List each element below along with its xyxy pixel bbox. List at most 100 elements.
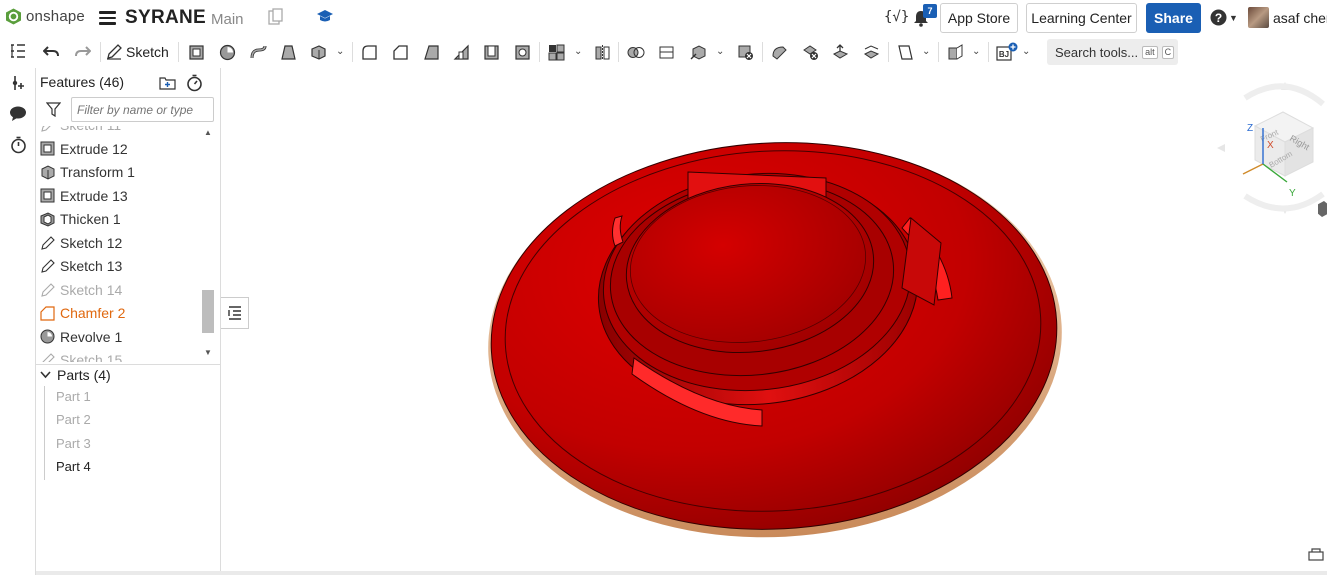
branch-label[interactable]: Main <box>211 11 244 28</box>
feature-item-label: Revolve 1 <box>60 328 123 345</box>
filter-icon[interactable] <box>45 102 62 122</box>
top-bar: onshape SYRANE Main {√} 7 App Store Lear… <box>0 0 1327 36</box>
part-item[interactable]: Part 4 <box>56 459 91 474</box>
fillet-icon[interactable] <box>359 42 379 62</box>
more-solid-tools-dropdown[interactable]: ⌄ <box>336 46 344 57</box>
view-tools-icon[interactable] <box>1308 548 1324 562</box>
modify-fillet-icon[interactable] <box>769 42 789 62</box>
sweep-icon[interactable] <box>248 42 268 62</box>
transform-dropdown[interactable]: ⌄ <box>716 46 724 57</box>
feature-item[interactable]: Revolve 1 <box>40 326 122 348</box>
draft-icon[interactable] <box>421 42 441 62</box>
feature-item[interactable]: Sketch 15 <box>40 349 122 362</box>
variables-icon[interactable]: {√} <box>884 9 909 25</box>
view-cube[interactable]: Front Right Bottom Z X Y <box>1215 76 1325 216</box>
pattern-dropdown[interactable]: ⌄ <box>574 46 582 57</box>
feature-item[interactable]: Sketch 13 <box>40 255 122 277</box>
hole-icon[interactable] <box>512 42 532 62</box>
feature-item-label: Transform 1 <box>60 164 135 180</box>
move-face-icon[interactable] <box>830 42 850 62</box>
feature-item-label: Thicken 1 <box>60 211 121 227</box>
rib-icon[interactable] <box>451 42 471 62</box>
avatar[interactable] <box>1248 7 1269 28</box>
custom-features-icon[interactable]: BJ <box>995 42 1019 62</box>
onshape-logo[interactable]: onshape <box>5 8 85 25</box>
plane-dropdown[interactable]: ⌄ <box>922 46 930 57</box>
learning-cap-icon[interactable] <box>317 8 333 29</box>
feature-item[interactable]: Transform 1 <box>40 161 135 183</box>
sketch-icon <box>40 126 55 133</box>
user-name[interactable]: asaf chert <box>1273 10 1327 26</box>
parts-heading[interactable]: Parts (4) <box>40 367 111 383</box>
feature-item[interactable]: Extrude 13 <box>40 185 128 207</box>
feature-toolbar: Sketch ⌄ ⌄ ⌄ ⌄ ⌄ BJ ⌄ Search tools... al… <box>0 36 1327 68</box>
rollback-stopwatch-icon[interactable] <box>186 74 203 97</box>
feature-item-label: Sketch 14 <box>60 281 123 298</box>
mirror-icon[interactable] <box>592 42 612 62</box>
document-title[interactable]: SYRANE <box>125 7 206 29</box>
share-button[interactable]: Share <box>1146 3 1201 33</box>
feature-item-label: Extrude 13 <box>60 187 128 204</box>
pattern-icon[interactable] <box>546 42 566 62</box>
part-item[interactable]: Part 2 <box>56 412 91 427</box>
sheet-metal-icon[interactable] <box>945 42 965 62</box>
graphics-viewport[interactable]: Front Right Bottom Z X Y <box>222 68 1327 575</box>
feature-item-label: Chamfer 2 <box>60 305 126 321</box>
sketch-icon <box>40 259 55 274</box>
add-folder-icon[interactable] <box>159 75 176 95</box>
sketch-button[interactable]: Sketch <box>106 42 172 62</box>
add-custom-feature-icon[interactable] <box>8 73 28 93</box>
feature-item-label: Sketch 15 <box>60 352 123 362</box>
feature-item[interactable]: Thicken 1 <box>40 208 121 230</box>
learning-center-button[interactable]: Learning Center <box>1026 3 1137 33</box>
feature-item[interactable]: Extrude 12 <box>40 138 128 160</box>
history-stopwatch-icon[interactable] <box>8 135 28 155</box>
feature-list: Sketch 11 Extrude 12 Transform 1 Extrude 13… <box>36 126 200 362</box>
extrude-icon[interactable] <box>186 42 206 62</box>
shortcut-alt: alt <box>1142 45 1158 59</box>
logo-text: onshape <box>26 8 85 25</box>
version-history-icon[interactable] <box>268 8 284 31</box>
feature-item[interactable]: Sketch 14 <box>40 279 122 301</box>
custom-features-dropdown[interactable]: ⌄ <box>1022 46 1030 57</box>
search-tools-input[interactable]: Search tools... alt C <box>1047 39 1178 65</box>
help-menu[interactable]: ? ▼ <box>1210 9 1238 26</box>
plane-icon[interactable] <box>895 42 915 62</box>
transform-icon[interactable] <box>688 42 708 62</box>
model-rendering[interactable] <box>222 68 1327 575</box>
comments-icon[interactable] <box>8 103 28 123</box>
boolean-icon[interactable] <box>626 42 646 62</box>
sketch-icon <box>40 353 55 362</box>
feature-item-label: Sketch 11 <box>60 126 121 133</box>
undo-icon[interactable] <box>41 42 61 62</box>
sheet-metal-dropdown[interactable]: ⌄ <box>972 46 980 57</box>
part-item[interactable]: Part 3 <box>56 436 91 451</box>
part-item[interactable]: Part 1 <box>56 389 91 404</box>
delete-face-icon[interactable] <box>800 42 820 62</box>
sketch-label: Sketch <box>126 44 169 60</box>
feature-filter-input[interactable] <box>71 97 214 122</box>
thicken-icon[interactable] <box>308 42 328 62</box>
main-menu-button[interactable] <box>99 11 116 25</box>
chevron-down-icon <box>40 371 51 379</box>
feature-item-label: Sketch 13 <box>60 258 123 274</box>
feature-item[interactable]: Sketch 12 <box>40 232 122 254</box>
loft-icon[interactable] <box>278 42 298 62</box>
feature-list-toggle-icon[interactable] <box>8 41 28 61</box>
app-store-button[interactable]: App Store <box>940 3 1018 33</box>
feature-item[interactable]: Chamfer 2 <box>40 302 125 324</box>
replace-face-icon[interactable] <box>861 42 881 62</box>
shell-icon[interactable] <box>481 42 501 62</box>
search-tools-label: Search tools... <box>1055 44 1139 60</box>
svg-text:?: ? <box>1215 11 1222 25</box>
feature-item[interactable]: Sketch 11 <box>40 126 121 136</box>
sketch-pencil-icon <box>107 44 122 60</box>
feature-list-scrollbar[interactable]: ▲ ▼ <box>201 126 215 362</box>
redo-icon[interactable] <box>73 42 93 62</box>
chamfer-icon[interactable] <box>390 42 410 62</box>
delete-part-icon[interactable] <box>735 42 755 62</box>
axis-z-label: Z <box>1247 123 1253 134</box>
split-icon[interactable] <box>656 42 676 62</box>
thicken-icon <box>40 211 55 227</box>
revolve-icon[interactable] <box>217 42 237 62</box>
